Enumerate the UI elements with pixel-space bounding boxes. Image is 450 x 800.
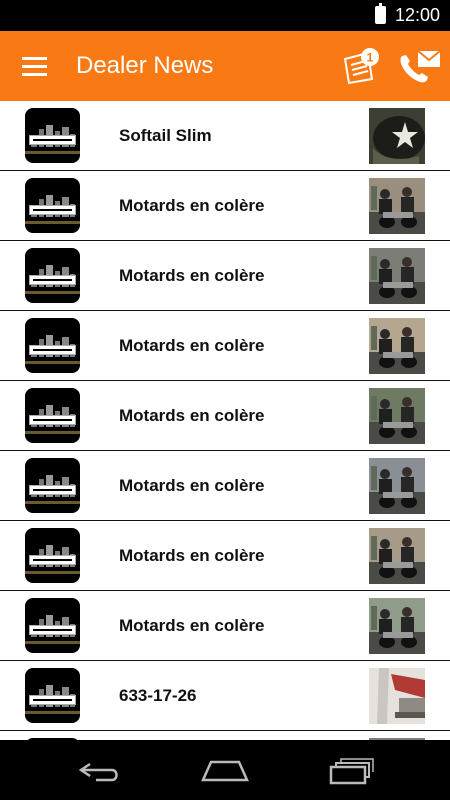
back-button[interactable] bbox=[70, 752, 130, 788]
news-thumbnail bbox=[369, 248, 425, 304]
news-item-title: Motards en colère bbox=[119, 616, 265, 635]
news-list-item[interactable]: Motards en colère bbox=[0, 591, 450, 661]
page-title: Dealer News bbox=[76, 52, 214, 79]
news-item-title: Motards en colère bbox=[119, 476, 265, 495]
contact-button[interactable] bbox=[398, 48, 442, 84]
news-thumbnail bbox=[369, 598, 425, 654]
notification-badge: 1 bbox=[367, 51, 374, 65]
home-button[interactable] bbox=[195, 752, 255, 788]
news-item-title: Softail Slim bbox=[119, 126, 212, 145]
news-thumbnail bbox=[369, 388, 425, 444]
news-item-title: Motards en colère bbox=[119, 196, 265, 215]
recents-icon bbox=[329, 758, 374, 785]
home-icon bbox=[201, 760, 249, 782]
news-thumbnail bbox=[369, 668, 425, 724]
news-list-item[interactable]: Motards en colère bbox=[0, 381, 450, 451]
news-thumbnail bbox=[369, 178, 425, 234]
news-list-item[interactable]: Motards en colère bbox=[0, 451, 450, 521]
dealer-logo-icon bbox=[25, 668, 80, 723]
status-time: 12:00 bbox=[394, 5, 440, 25]
news-list-item[interactable]: Motards en colère bbox=[0, 521, 450, 591]
status-bar: 12:00 bbox=[0, 0, 450, 31]
dealer-logo-icon bbox=[25, 108, 80, 163]
news-list-item[interactable]: Motards en colère bbox=[0, 241, 450, 311]
news-list-item[interactable]: Motards en colère bbox=[0, 311, 450, 381]
menu-icon[interactable] bbox=[22, 57, 47, 76]
news-list-item[interactable]: Softail Slim bbox=[0, 101, 450, 171]
dealer-logo-icon bbox=[25, 598, 80, 653]
dealer-logo-icon bbox=[25, 318, 80, 373]
back-icon bbox=[78, 762, 118, 782]
phone-mail-icon bbox=[400, 50, 441, 83]
news-notification-button[interactable]: 1 bbox=[342, 47, 382, 85]
news-item-title: Motards en colère bbox=[119, 546, 265, 565]
news-thumbnail bbox=[369, 318, 425, 374]
news-item-title: Motards en colère bbox=[119, 336, 265, 355]
news-thumbnail bbox=[369, 528, 425, 584]
navigation-bar bbox=[0, 740, 450, 800]
news-thumbnail bbox=[369, 458, 425, 514]
newspaper-icon: 1 bbox=[343, 48, 379, 85]
dealer-logo-icon bbox=[25, 528, 80, 583]
app-bar: Dealer News 1 bbox=[0, 31, 450, 101]
news-list[interactable]: Softail Slim Motards en colère Motards en … bbox=[0, 101, 450, 741]
battery-icon bbox=[375, 3, 386, 24]
news-item-title: Motards en colère bbox=[119, 406, 265, 425]
recents-button[interactable] bbox=[322, 752, 382, 788]
news-item-title: Motards en colère bbox=[119, 266, 265, 285]
dealer-logo-icon bbox=[25, 458, 80, 513]
news-list-item[interactable]: Motards en colère bbox=[0, 171, 450, 241]
dealer-logo-icon bbox=[25, 178, 80, 233]
news-list-item[interactable]: 633-17-26 bbox=[0, 661, 450, 731]
news-thumbnail bbox=[369, 108, 425, 164]
dealer-logo-icon bbox=[25, 388, 80, 443]
news-item-title: 633-17-26 bbox=[119, 686, 197, 705]
dealer-logo-icon bbox=[25, 248, 80, 303]
